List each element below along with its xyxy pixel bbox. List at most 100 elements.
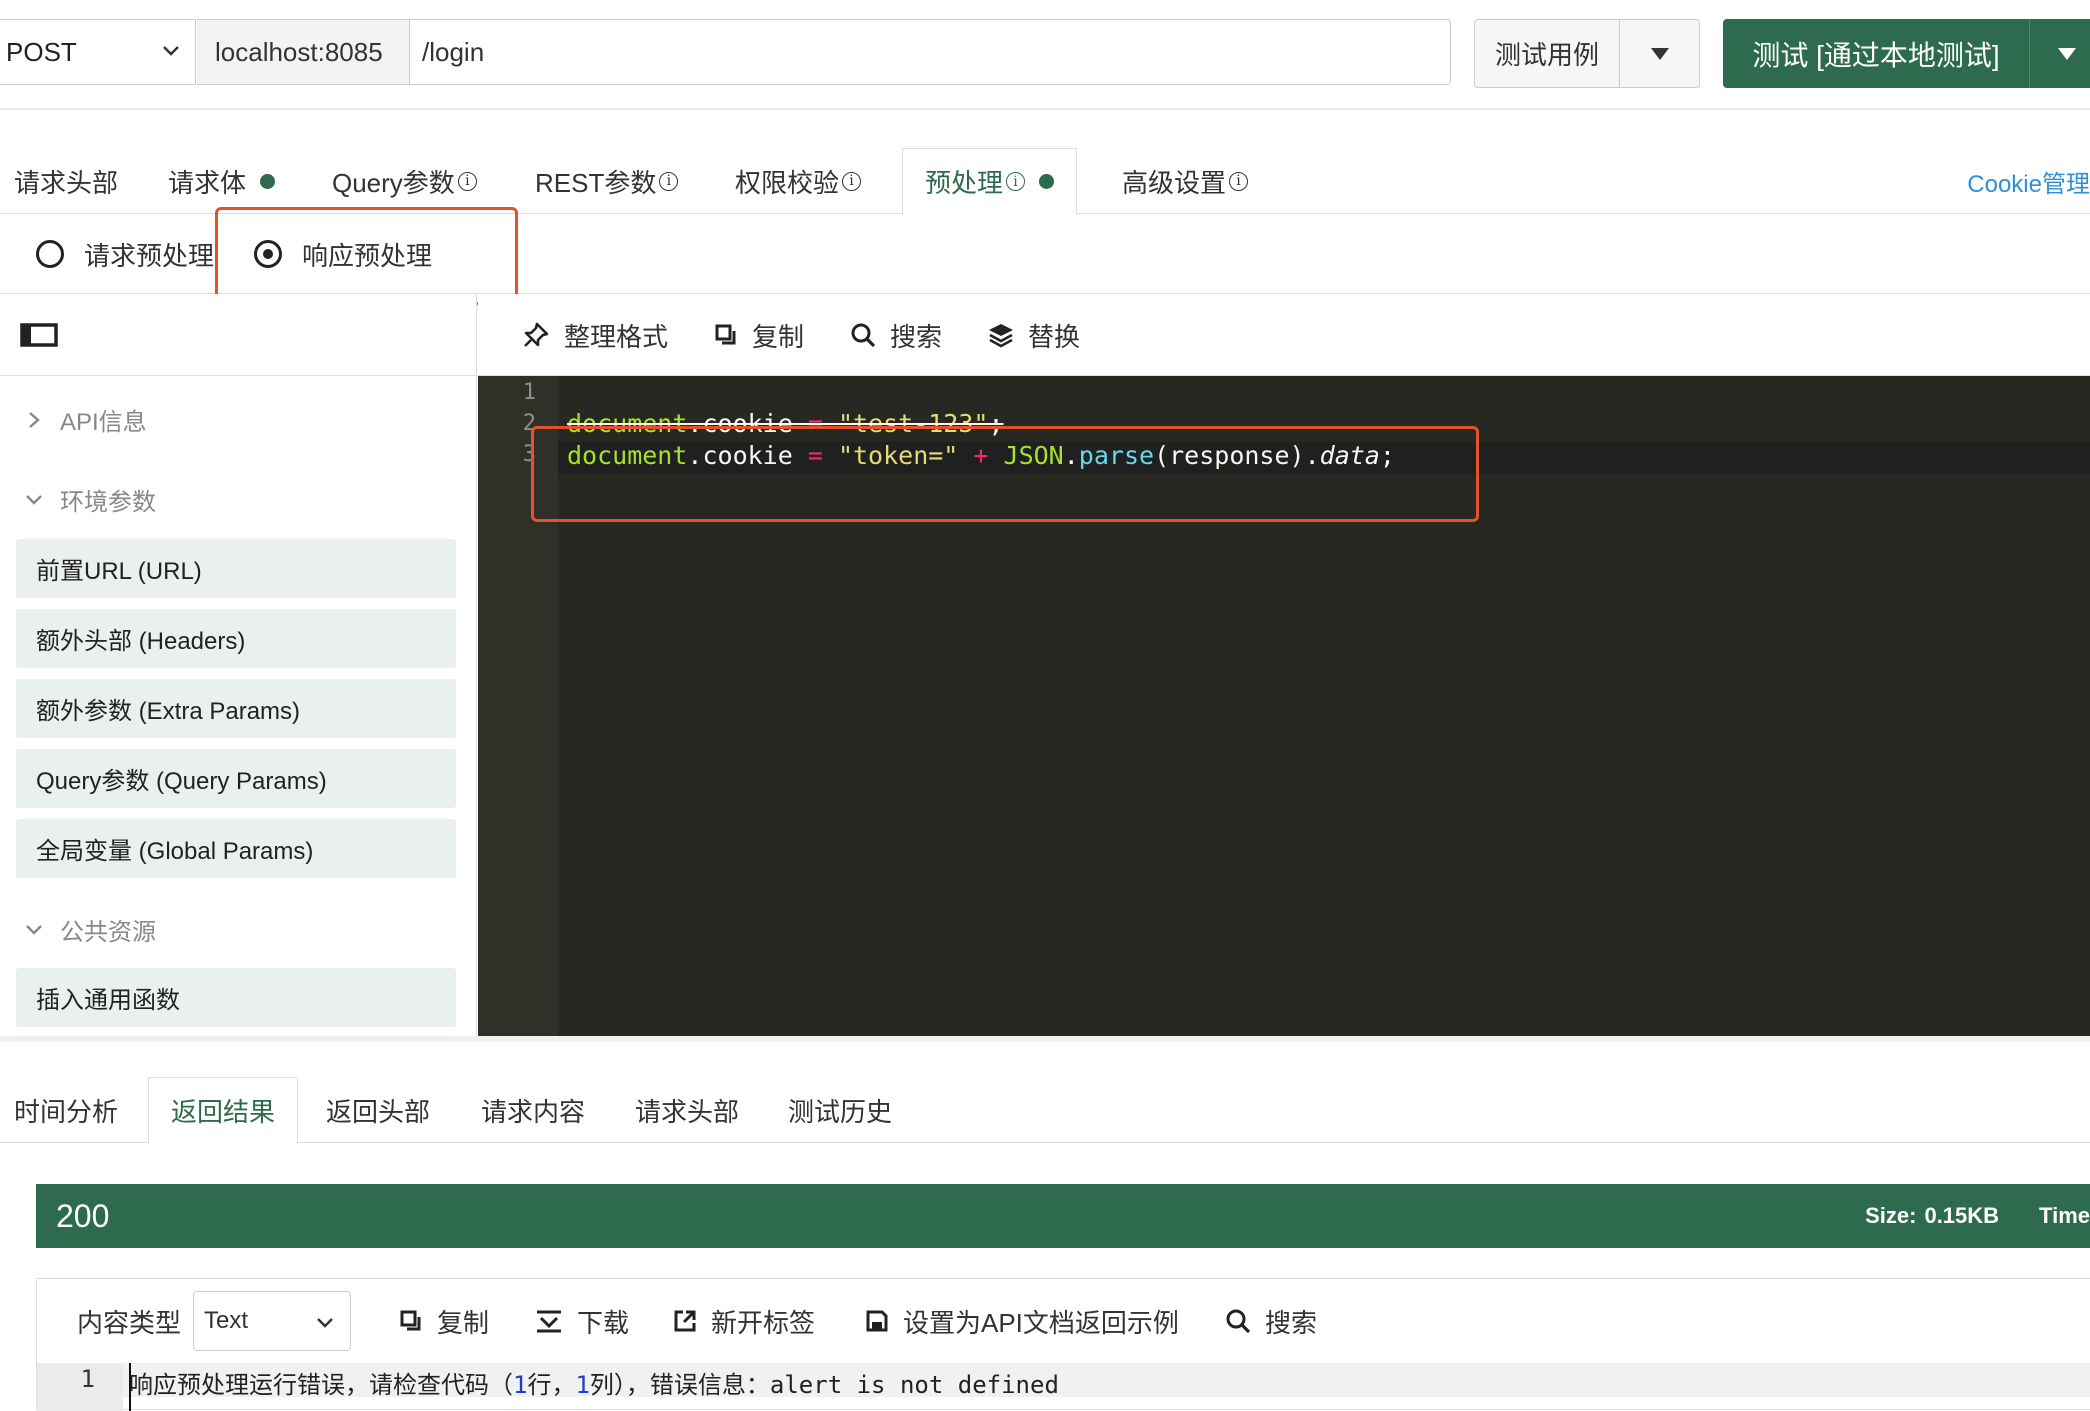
content-type-value: Text (204, 1307, 249, 1334)
run-test-label: 测试 [通过本地测试] (1752, 39, 2000, 71)
panel-divider (0, 1036, 2090, 1042)
tab-rest[interactable]: REST参数 i (535, 148, 679, 214)
output-line-number: 1 (80, 1365, 95, 1393)
tab-advanced[interactable]: 高级设置 i (1122, 148, 1249, 214)
new-tab-button[interactable]: 新开标签 (673, 1279, 815, 1363)
response-tabs: 时间分析 返回结果 返回头部 请求内容 请求头部 测试历史 (0, 1077, 2090, 1144)
line-number: 3 (522, 442, 536, 467)
tab-label: 权限校验 (735, 167, 840, 198)
set-example-button[interactable]: 设置为API文档返回示例 (865, 1279, 1179, 1363)
search-label: 搜索 (890, 321, 943, 352)
save-icon (866, 1310, 888, 1332)
status-code: 200 (56, 1197, 110, 1234)
run-test-dropdown[interactable] (2029, 19, 2090, 88)
sidebar-toolbar (0, 294, 476, 376)
sidebar-toggle-icon[interactable] (20, 323, 58, 347)
tab-result[interactable]: 返回结果 (148, 1077, 299, 1144)
copy-icon (400, 1310, 421, 1331)
tab-label: 时间分析 (14, 1096, 119, 1127)
content-type-label: 内容类型 (77, 1307, 182, 1338)
tab-auth[interactable]: 权限校验 i (735, 148, 862, 214)
editor-toolbar: 整理格式 复制 搜索 替换 (478, 294, 2090, 376)
method-value: POST (6, 36, 77, 67)
env-item-url[interactable]: 前置URL (URL) (16, 539, 456, 598)
copy-button[interactable]: 复制 (714, 294, 804, 376)
tab-label: REST参数 (535, 167, 657, 198)
download-button[interactable]: 下载 (535, 1279, 629, 1363)
response-copy-button[interactable]: 复制 (399, 1279, 489, 1363)
tab-label: 请求头部 (14, 167, 119, 198)
tab-label: 请求体 (168, 167, 247, 198)
cookie-manager-link[interactable]: Cookie管理 (1967, 148, 2090, 214)
public-item-insert-function[interactable]: 插入通用函数 (16, 968, 456, 1027)
section-label: 公共资源 (60, 919, 156, 946)
section-label: 环境参数 (60, 489, 156, 516)
chevron-right-icon (29, 411, 40, 428)
tab-label: 高级设置 (1122, 167, 1227, 198)
output-text[interactable]: 响应预处理运行错误，请检查代码（1行，1列），错误信息：alert is not… (129, 1365, 1059, 1400)
section-label: API信息 (60, 409, 147, 436)
copy-label: 复制 (752, 321, 805, 352)
download-label: 下载 (577, 1307, 630, 1338)
test-case-dropdown[interactable] (1620, 20, 1699, 87)
tab-test-history[interactable]: 测试历史 (788, 1077, 892, 1143)
tab-label: 测试历史 (788, 1096, 893, 1127)
tab-timing[interactable]: 时间分析 (14, 1077, 118, 1143)
tab-response-headers[interactable]: 返回头部 (326, 1077, 430, 1143)
tab-label: 请求内容 (481, 1096, 586, 1127)
tab-label: 请求头部 (635, 1096, 740, 1127)
divider (0, 108, 2090, 110)
new-tab-label: 新开标签 (711, 1307, 816, 1338)
tab-body[interactable]: 请求体 (168, 148, 276, 214)
line-number: 2 (522, 411, 536, 436)
request-tabs: 请求头部 请求体 Query参数 i REST参数 i 权限校验 i 预处理 i… (0, 148, 2090, 215)
chevron-down-icon (26, 494, 42, 505)
tab-label: 返回头部 (326, 1096, 431, 1127)
env-item-headers[interactable]: 额外头部 (Headers) (16, 609, 456, 668)
content-type-select[interactable]: Text (193, 1291, 351, 1351)
format-button[interactable]: 整理格式 (522, 294, 668, 376)
method-select[interactable]: POST (0, 19, 196, 85)
info-icon: i (1006, 172, 1026, 191)
time-label: Time (2039, 1203, 2090, 1228)
env-item-extra-params[interactable]: 额外参数 (Extra Params) (16, 679, 456, 738)
search-button[interactable]: 搜索 (850, 294, 942, 376)
layers-icon (989, 324, 1013, 348)
test-case-label: 测试用例 (1475, 20, 1620, 87)
radio-circle (36, 240, 64, 268)
size-label: Size: (1865, 1203, 1917, 1228)
tab-preprocess[interactable]: 预处理 i (902, 148, 1078, 215)
path-input[interactable] (409, 19, 1451, 85)
run-test-button[interactable]: 测试 [通过本地测试] (1723, 19, 2090, 88)
tab-headers[interactable]: 请求头部 (14, 148, 118, 214)
section-env-params[interactable]: 环境参数 (26, 482, 156, 517)
tab-request-headers[interactable]: 请求头部 (635, 1077, 739, 1143)
section-api-info[interactable]: API信息 (26, 402, 147, 437)
format-label: 整理格式 (564, 321, 669, 352)
search-icon (851, 323, 876, 348)
replace-button[interactable]: 替换 (988, 294, 1080, 376)
search-label: 搜索 (1265, 1307, 1318, 1338)
section-public-resources[interactable]: 公共资源 (26, 912, 156, 947)
info-icon: i (842, 171, 862, 191)
external-link-icon (674, 1310, 696, 1332)
info-icon: i (457, 171, 477, 191)
tab-query[interactable]: Query参数 i (332, 148, 477, 214)
env-item-query-params[interactable]: Query参数 (Query Params) (16, 749, 456, 808)
line-number: 1 (522, 380, 536, 405)
highlight-box (215, 207, 518, 305)
info-icon: i (659, 171, 679, 191)
env-item-global-params[interactable]: 全局变量 (Global Params) (16, 819, 456, 878)
test-case-button[interactable]: 测试用例 (1474, 19, 1700, 88)
radio-request-preprocess[interactable]: 请求预处理 (36, 214, 214, 294)
radio-label: 请求预处理 (84, 240, 215, 271)
copy-icon (715, 324, 736, 345)
replace-label: 替换 (1028, 321, 1081, 352)
status-meta: Size: 0.15KB Time (1865, 1184, 2090, 1248)
status-dot (260, 173, 276, 189)
tab-label: Query参数 (332, 167, 455, 198)
tab-label: 返回结果 (171, 1097, 276, 1127)
tab-request-content[interactable]: 请求内容 (481, 1077, 585, 1143)
size-value: 0.15KB (1924, 1203, 2000, 1228)
response-search-button[interactable]: 搜索 (1225, 1279, 1317, 1363)
